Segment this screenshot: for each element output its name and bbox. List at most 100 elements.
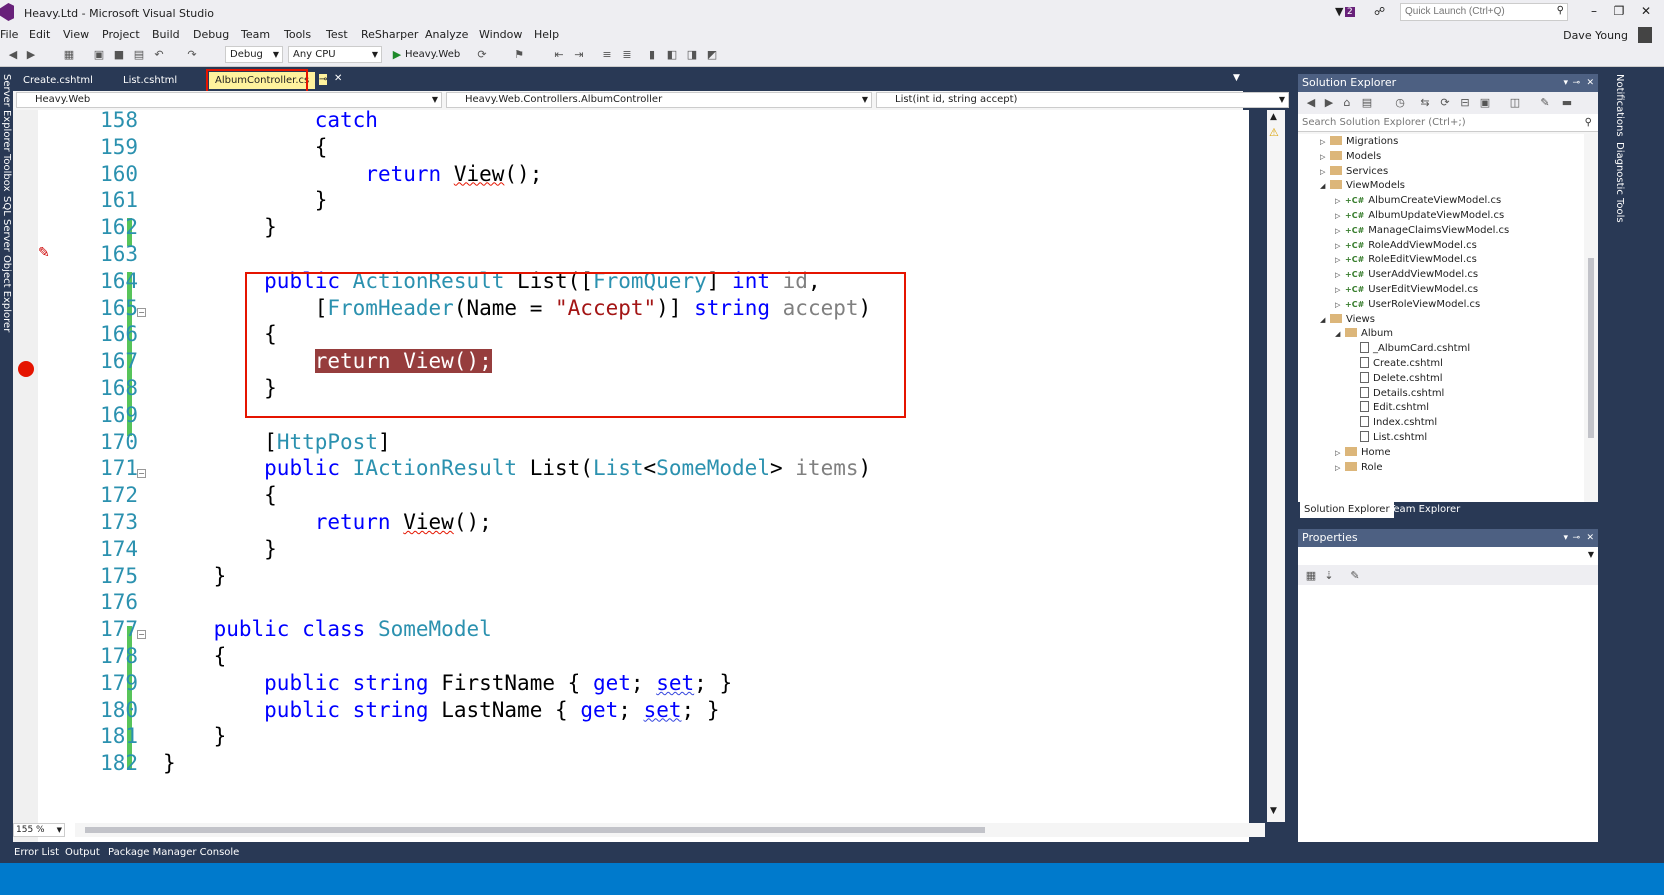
tab-error-list[interactable]: Error List	[14, 847, 59, 858]
tree-item[interactable]: ▷ Role	[1335, 460, 1383, 475]
collapse-all-icon[interactable]: ⊟	[1458, 96, 1472, 110]
scroll-down-icon[interactable]: ▼	[1270, 806, 1277, 816]
expanded-icon[interactable]: ◢	[1320, 313, 1330, 328]
tab-create-cshtml[interactable]: Create.cshtml	[17, 72, 99, 89]
tree-item[interactable]: ▷ Services	[1320, 164, 1388, 179]
quick-launch[interactable]: ⚲	[1400, 3, 1568, 21]
pin-icon[interactable]: ⊸	[319, 74, 328, 85]
menu-window[interactable]: Window	[479, 28, 522, 41]
history-icon[interactable]: ◷	[1393, 96, 1407, 110]
code-line[interactable]: 181 }	[13, 722, 1243, 750]
tab-package-manager-console[interactable]: Package Manager Console	[108, 847, 239, 858]
code-line[interactable]: 178 {	[13, 642, 1243, 670]
expanded-icon[interactable]: ◢	[1320, 179, 1330, 194]
code-line[interactable]: 182}	[13, 749, 1243, 777]
back-icon[interactable]: ◀	[1304, 96, 1318, 110]
start-icon[interactable]: ▶	[390, 48, 404, 62]
code-line[interactable]: 176	[13, 588, 1243, 616]
server-explorer-tab[interactable]: Server Explorer	[1, 74, 12, 152]
tree-item[interactable]: Create.cshtml	[1350, 356, 1443, 371]
collapsed-icon[interactable]: ▷	[1335, 298, 1345, 313]
collapsed-icon[interactable]: ▷	[1335, 209, 1345, 224]
forward-icon[interactable]: ▶	[24, 48, 38, 62]
code-line[interactable]: 161 }	[13, 186, 1243, 214]
menu-file[interactable]: File	[0, 28, 18, 41]
tree-item[interactable]: ▷ +C# AlbumCreateViewModel.cs	[1335, 193, 1501, 208]
comment-icon[interactable]: ≡	[600, 48, 614, 62]
tree-item[interactable]: Delete.cshtml	[1350, 371, 1443, 386]
code-text[interactable]: }	[163, 722, 227, 750]
code-line[interactable]: 179 public string FirstName { get; set; …	[13, 669, 1243, 697]
avatar[interactable]	[1638, 27, 1652, 43]
menu-tools[interactable]: Tools	[284, 28, 311, 41]
tree-item[interactable]: ▷ Migrations	[1320, 134, 1398, 149]
sql-server-object-explorer-tab[interactable]: SQL Server Object Explorer	[1, 196, 12, 332]
panel-menu-icon[interactable]: ▾	[1563, 74, 1568, 92]
code-text[interactable]: public string LastName { get; set; }	[163, 696, 719, 724]
code-text[interactable]: {	[163, 481, 277, 509]
collapsed-icon[interactable]: ▷	[1335, 268, 1345, 283]
tree-item[interactable]: ▷ +C# RoleEditViewModel.cs	[1335, 252, 1477, 267]
tab-solution-explorer[interactable]: Solution Explorer	[1300, 502, 1394, 518]
code-line[interactable]: 160 return View();	[13, 160, 1243, 188]
open-file-icon[interactable]: ▣	[92, 48, 106, 62]
code-line[interactable]: 171 public IActionResult List(List<SomeM…	[13, 454, 1243, 482]
code-text[interactable]: return View();	[163, 508, 492, 536]
code-text[interactable]: public string FirstName { get; set; }	[163, 669, 732, 697]
menu-debug[interactable]: Debug	[193, 28, 229, 41]
code-text[interactable]: }	[163, 213, 277, 241]
code-text[interactable]: public IActionResult List(List<SomeModel…	[163, 454, 871, 482]
tree-item[interactable]: ▷ Models	[1320, 149, 1381, 164]
refresh-icon[interactable]: ⟳	[1438, 96, 1452, 110]
minus-icon[interactable]: ▬	[1560, 96, 1574, 110]
code-line[interactable]: 177 public class SomeModel	[13, 615, 1243, 643]
code-text[interactable]: public class SomeModel	[163, 615, 492, 643]
code-line[interactable]: 175 }	[13, 562, 1243, 590]
tree-item[interactable]: ▷ +C# AlbumUpdateViewModel.cs	[1335, 208, 1504, 223]
switch-views-icon[interactable]: ▤	[1360, 96, 1374, 110]
show-all-files-icon[interactable]: ▣	[1478, 96, 1492, 110]
back-icon[interactable]: ◀	[6, 48, 20, 62]
tree-item[interactable]: Details.cshtml	[1350, 386, 1444, 401]
uncomment-icon[interactable]: ≣	[620, 48, 634, 62]
code-line[interactable]: 174 }	[13, 535, 1243, 563]
quick-launch-input[interactable]	[1401, 4, 1549, 19]
notifications-tab[interactable]: Notifications	[1614, 74, 1625, 137]
code-line[interactable]: 159 {	[13, 133, 1243, 161]
prev-bookmark-icon[interactable]: ◧	[665, 48, 679, 62]
tree-scroll-thumb[interactable]	[1588, 258, 1594, 438]
tree-item[interactable]: ◢ Views	[1320, 312, 1375, 327]
outdent-icon[interactable]: ⇥	[572, 48, 586, 62]
close-icon[interactable]: ✕	[1637, 4, 1655, 20]
tree-item[interactable]: ▷ +C# UserRoleViewModel.cs	[1335, 297, 1480, 312]
code-text[interactable]: }	[163, 535, 277, 563]
vertical-scrollbar[interactable]: ▲ ⚠ ▼	[1267, 110, 1285, 822]
indent-icon[interactable]: ⇤	[552, 48, 566, 62]
code-text[interactable]: }	[163, 749, 176, 777]
tree-scrollbar[interactable]	[1584, 134, 1598, 502]
start-target[interactable]: Heavy.Web	[405, 49, 460, 60]
tree-item[interactable]: List.cshtml	[1350, 430, 1427, 445]
configuration-dropdown[interactable]: Debug ▼	[225, 46, 283, 63]
user-name[interactable]: Dave Young	[1563, 29, 1628, 42]
collapsed-icon[interactable]: ▷	[1320, 150, 1330, 165]
filter-icon[interactable]: ▼	[1335, 5, 1343, 18]
close-icon[interactable]: ✕	[1586, 74, 1594, 92]
preview-icon[interactable]: ◫	[1508, 96, 1522, 110]
code-text[interactable]: return View();	[163, 160, 542, 188]
diagnostic-tools-tab[interactable]: Diagnostic Tools	[1614, 142, 1625, 223]
platform-dropdown[interactable]: Any CPU ▼	[288, 46, 382, 63]
tree-item[interactable]: _AlbumCard.cshtml	[1350, 341, 1470, 356]
tree-item[interactable]: ▷ +C# UserAddViewModel.cs	[1335, 267, 1478, 282]
save-all-icon[interactable]: ▤	[132, 48, 146, 62]
menu-test[interactable]: Test	[326, 28, 348, 41]
tree-item[interactable]: Edit.cshtml	[1350, 400, 1429, 415]
next-bookmark-icon[interactable]: ◨	[685, 48, 699, 62]
collapsed-icon[interactable]: ▷	[1335, 239, 1345, 254]
code-text[interactable]: catch	[163, 106, 378, 134]
pin-icon[interactable]: ⊸	[1572, 74, 1580, 92]
code-text[interactable]: [HttpPost]	[163, 428, 390, 456]
pin-icon[interactable]: ⊸	[1572, 529, 1580, 547]
redo-icon[interactable]: ↷	[185, 48, 199, 62]
collapsed-icon[interactable]: ▷	[1335, 194, 1345, 209]
